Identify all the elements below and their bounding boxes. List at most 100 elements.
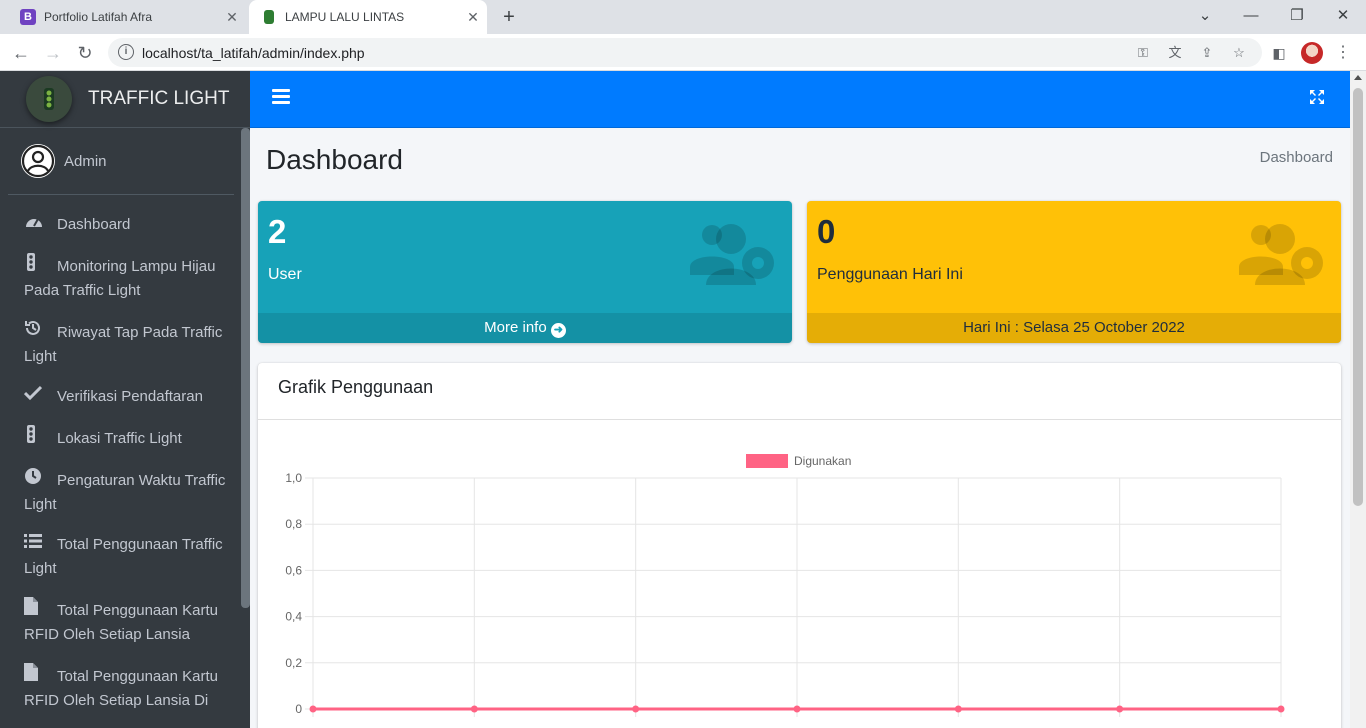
data-point: [1116, 705, 1124, 713]
sidebar-item-label: Dashboard: [57, 216, 131, 233]
sidebar-scrollbar[interactable]: [241, 128, 250, 608]
history-icon: [24, 319, 49, 345]
usage-today-label: Penggunaan Hari Ini: [817, 266, 963, 283]
legend-label: Digunakan: [794, 454, 851, 468]
reload-icon[interactable]: ↻: [72, 40, 98, 66]
share-icon[interactable]: ⇪: [1198, 44, 1216, 62]
users-cog-icon: [688, 223, 778, 289]
close-tab-icon[interactable]: ✕: [218, 9, 246, 26]
traffic-light-favicon-icon: [264, 10, 274, 24]
sidebar-item-label: Monitoring Lampu Hijau Pada Traffic Ligh…: [24, 258, 216, 299]
browser-tab-portfolio[interactable]: B Portfolio Latifah Afra ✕: [8, 0, 246, 34]
tab-title: LAMPU LALU LINTAS: [285, 10, 405, 24]
page-title: Dashboard: [266, 144, 403, 175]
more-info-link[interactable]: More info ➜: [258, 313, 792, 343]
file-icon: [24, 663, 49, 689]
sidebar-item-label: Total Penggunaan Kartu RFID Oleh Setiap …: [24, 668, 218, 709]
user-avatar-icon: [21, 144, 55, 178]
y-tick-label: 0: [295, 702, 302, 716]
more-menu-icon[interactable]: ⋮: [1334, 44, 1352, 62]
sidebar-item-label: Lokasi Traffic Light: [57, 430, 182, 447]
data-point: [793, 705, 801, 713]
sidebar-item-label: Riwayat Tap Pada Traffic Light: [24, 324, 223, 365]
usage-line-chart: Digunakan 1,0 0,8 0,6 0,4 0,2 0: [285, 454, 1285, 717]
sidebar-item-label: Total Penggunaan Kartu RFID Oleh Setiap …: [24, 602, 218, 643]
list-icon: [24, 533, 49, 557]
y-tick-label: 0,2: [285, 656, 302, 670]
today-date-footer: Hari Ini : Selasa 25 October 2022: [807, 313, 1341, 343]
sidebar-item-label: Verifikasi Pendaftaran: [57, 388, 203, 405]
close-window-icon[interactable]: ✕: [1320, 4, 1366, 28]
sidebar-item-lokasi[interactable]: Lokasi Traffic Light: [8, 417, 242, 459]
y-tick-label: 1,0: [285, 471, 302, 485]
menu-toggle-icon[interactable]: [272, 89, 290, 107]
fullscreen-expand-icon[interactable]: [1308, 89, 1326, 107]
y-tick-label: 0,4: [285, 610, 302, 624]
sidebar-item-total-rfid-lokasi[interactable]: Total Penggunaan Kartu RFID Oleh Setiap …: [8, 655, 242, 721]
y-tick-label: 0,6: [285, 563, 302, 577]
address-bar[interactable]: i localhost/ta_latifah/admin/index.php ⚿…: [108, 38, 1262, 67]
clock-icon: [24, 467, 49, 493]
sidebar-item-label: Pengaturan Waktu Traffic Light: [24, 472, 226, 513]
user-panel[interactable]: Admin: [8, 128, 234, 195]
sidebar-nav: Dashboard Monitoring Lampu Hijau Pada Tr…: [0, 195, 250, 721]
sidebar-item-pengaturan-waktu[interactable]: Pengaturan Waktu Traffic Light: [8, 459, 242, 525]
site-info-icon[interactable]: i: [118, 44, 134, 60]
sidebar-item-riwayat[interactable]: Riwayat Tap Pada Traffic Light: [8, 311, 242, 377]
restore-window-icon[interactable]: ❐: [1274, 4, 1320, 28]
usage-today-box: 0 Penggunaan Hari Ini Hari Ini : Selasa …: [807, 201, 1341, 343]
scroll-up-arrow-icon[interactable]: [1354, 75, 1362, 80]
y-tick-label: 0,8: [285, 517, 302, 531]
content-wrapper: Dashboard Dashboard 2 User More info ➜ 0…: [250, 128, 1350, 728]
file-icon: [24, 597, 49, 623]
sidebar-item-total-rfid[interactable]: Total Penggunaan Kartu RFID Oleh Setiap …: [8, 589, 242, 655]
traffic-light-logo-icon: [26, 76, 72, 122]
tachometer-icon: [24, 213, 49, 237]
data-point: [1277, 705, 1285, 713]
bookmark-star-icon[interactable]: ☆: [1230, 44, 1248, 62]
user-count-box: 2 User More info ➜: [258, 201, 792, 343]
more-info-label: More info: [484, 319, 547, 336]
side-panel-icon[interactable]: ◧: [1270, 44, 1288, 62]
user-name[interactable]: Admin: [64, 153, 107, 170]
user-count-label: User: [268, 266, 302, 283]
top-navbar: [250, 71, 1350, 128]
check-icon: [23, 385, 49, 409]
users-cog-icon: [1237, 223, 1327, 289]
brand-text: TRAFFIC LIGHT: [88, 88, 230, 109]
key-icon[interactable]: ⚿: [1134, 44, 1152, 62]
data-point: [632, 705, 640, 713]
sidebar-item-verifikasi[interactable]: Verifikasi Pendaftaran: [8, 377, 242, 417]
usage-today-value: 0: [817, 213, 836, 250]
sidebar-item-total-penggunaan[interactable]: Total Penggunaan Traffic Light: [8, 525, 242, 589]
close-tab-icon[interactable]: ✕: [459, 9, 487, 26]
arrow-circle-right-icon: ➜: [550, 323, 566, 338]
forward-arrow-icon[interactable]: →: [40, 40, 66, 66]
legend-swatch: [746, 454, 788, 468]
tab-title: Portfolio Latifah Afra: [44, 10, 153, 24]
traffic-light-icon: [24, 425, 49, 451]
browser-toolbar: ← → ↻ i localhost/ta_latifah/admin/index…: [0, 34, 1366, 71]
data-point: [470, 705, 478, 713]
minimize-window-icon[interactable]: —: [1228, 4, 1274, 28]
new-tab-button[interactable]: +: [497, 6, 521, 28]
browser-tab-lampu[interactable]: LAMPU LALU LINTAS ✕: [249, 0, 487, 34]
brand-link[interactable]: TRAFFIC LIGHT: [0, 71, 250, 128]
translate-icon[interactable]: 文: [1166, 44, 1184, 62]
sidebar-item-monitoring[interactable]: Monitoring Lampu Hijau Pada Traffic Ligh…: [8, 245, 242, 311]
data-point: [954, 705, 962, 713]
profile-avatar[interactable]: [1301, 42, 1323, 64]
sidebar: TRAFFIC LIGHT Admin Dashboard Monitoring…: [0, 71, 250, 728]
data-point: [309, 705, 317, 713]
sidebar-item-dashboard[interactable]: Dashboard: [8, 205, 242, 245]
user-count-value: 2: [268, 213, 287, 250]
url-text[interactable]: localhost/ta_latifah/admin/index.php: [142, 45, 365, 61]
scrollbar-thumb[interactable]: [1353, 88, 1363, 506]
tab-search-chevron-icon[interactable]: ⌄: [1182, 4, 1228, 28]
browser-tabstrip: B Portfolio Latifah Afra ✕ LAMPU LALU LI…: [0, 0, 1366, 34]
breadcrumb[interactable]: Dashboard: [1260, 149, 1333, 166]
page-scrollbar[interactable]: [1350, 71, 1366, 728]
sidebar-item-label: Total Penggunaan Traffic Light: [24, 536, 223, 577]
back-arrow-icon[interactable]: ←: [8, 40, 34, 66]
usage-chart-card: Grafik Penggunaan Digunakan 1,0 0,8 0,6 0,4 0…: [258, 363, 1341, 728]
